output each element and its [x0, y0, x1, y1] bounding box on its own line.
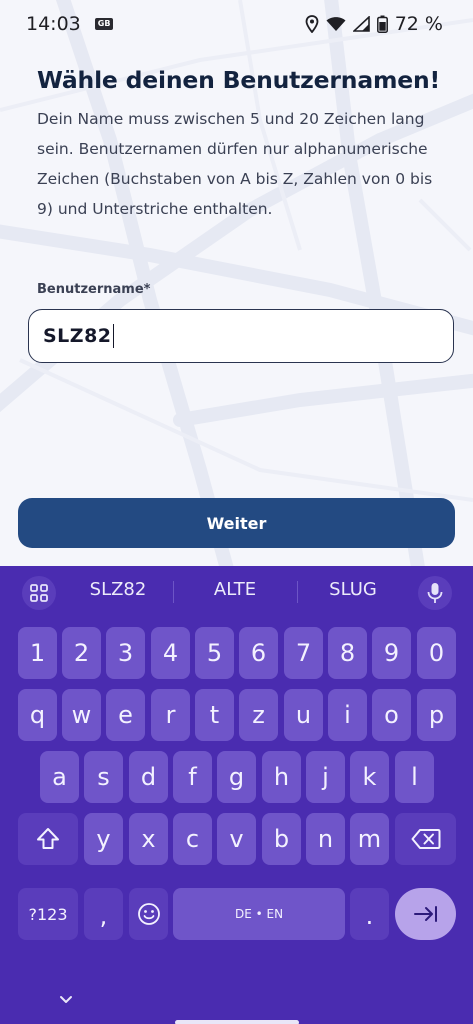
key-q[interactable]: q: [18, 689, 57, 741]
required-mark: *: [143, 282, 151, 297]
key-b[interactable]: b: [262, 813, 301, 865]
key-o[interactable]: o: [372, 689, 411, 741]
key-d[interactable]: d: [129, 751, 168, 803]
key-6[interactable]: 6: [239, 627, 278, 679]
shift-icon: [37, 828, 59, 849]
battery-percent: 72 %: [394, 13, 443, 35]
page-description: Dein Name muss zwischen 5 und 20 Zeichen…: [37, 110, 433, 218]
navigation-bar: [0, 976, 473, 1024]
battery-icon: [376, 15, 388, 33]
key-s[interactable]: s: [84, 751, 123, 803]
emoji-key[interactable]: [129, 888, 168, 940]
key-z[interactable]: z: [239, 689, 278, 741]
key-l[interactable]: l: [395, 751, 434, 803]
shift-key[interactable]: [18, 813, 78, 865]
comma-key[interactable]: ,: [84, 888, 123, 940]
microphone-icon[interactable]: [418, 576, 452, 610]
symbols-key[interactable]: ?123: [18, 888, 78, 940]
suggestion-3[interactable]: SLUG: [303, 579, 403, 600]
key-7[interactable]: 7: [284, 627, 323, 679]
key-9[interactable]: 9: [372, 627, 411, 679]
key-h[interactable]: h: [262, 751, 301, 803]
signal-icon: [352, 16, 370, 32]
username-input-value: SLZ82: [43, 325, 112, 347]
key-j[interactable]: j: [306, 751, 345, 803]
location-icon: [305, 15, 319, 33]
wifi-icon: [326, 17, 346, 31]
username-label: Benutzername*: [37, 282, 150, 297]
key-t[interactable]: t: [195, 689, 234, 741]
suggestion-1[interactable]: SLZ82: [68, 579, 168, 600]
suggestion-2[interactable]: ALTE: [185, 579, 285, 600]
content: Wähle deinen Benutzernamen! Dein Name mu…: [37, 66, 447, 224]
key-w[interactable]: w: [62, 689, 101, 741]
key-k[interactable]: k: [350, 751, 389, 803]
chevron-down-icon[interactable]: [56, 990, 76, 1010]
key-m[interactable]: m: [350, 813, 389, 865]
key-u[interactable]: u: [284, 689, 323, 741]
suggestion-divider: [297, 581, 298, 603]
grid-icon[interactable]: [22, 576, 56, 610]
enter-icon: [413, 906, 437, 922]
key-n[interactable]: n: [306, 813, 345, 865]
key-f[interactable]: f: [173, 751, 212, 803]
space-key[interactable]: DE • EN: [173, 888, 345, 940]
key-1[interactable]: 1: [18, 627, 57, 679]
username-input[interactable]: SLZ82: [28, 309, 454, 363]
key-0[interactable]: 0: [417, 627, 456, 679]
key-r[interactable]: r: [151, 689, 190, 741]
key-5[interactable]: 5: [195, 627, 234, 679]
backspace-icon: [411, 829, 440, 849]
key-x[interactable]: x: [129, 813, 168, 865]
emoji-icon: [137, 903, 160, 925]
text-caret: [112, 324, 115, 348]
status-time: 14:03: [26, 13, 81, 35]
home-gesture-bar[interactable]: [175, 1020, 299, 1024]
key-a[interactable]: a: [40, 751, 79, 803]
key-e[interactable]: e: [106, 689, 145, 741]
backspace-key[interactable]: [395, 813, 456, 865]
status-bar: 14:03 GB 72 %: [0, 0, 473, 48]
continue-button[interactable]: Weiter: [18, 498, 455, 548]
key-p[interactable]: p: [417, 689, 456, 741]
period-key[interactable]: .: [350, 888, 389, 940]
suggestion-divider: [173, 581, 174, 603]
key-y[interactable]: y: [84, 813, 123, 865]
enter-key[interactable]: [395, 888, 456, 940]
gb-badge: GB: [94, 18, 114, 30]
page-title: Wähle deinen Benutzernamen!: [37, 66, 441, 94]
key-2[interactable]: 2: [62, 627, 101, 679]
key-8[interactable]: 8: [328, 627, 367, 679]
key-c[interactable]: c: [173, 813, 212, 865]
key-4[interactable]: 4: [151, 627, 190, 679]
key-v[interactable]: v: [217, 813, 256, 865]
key-i[interactable]: i: [328, 689, 367, 741]
key-g[interactable]: g: [217, 751, 256, 803]
keyboard: SLZ82 ALTE SLUG 1 2 3 4 5 6 7 8 9 0 q w …: [0, 566, 473, 1024]
suggestion-bar: SLZ82 ALTE SLUG: [0, 566, 473, 618]
key-3[interactable]: 3: [106, 627, 145, 679]
username-label-text: Benutzername: [37, 282, 144, 297]
